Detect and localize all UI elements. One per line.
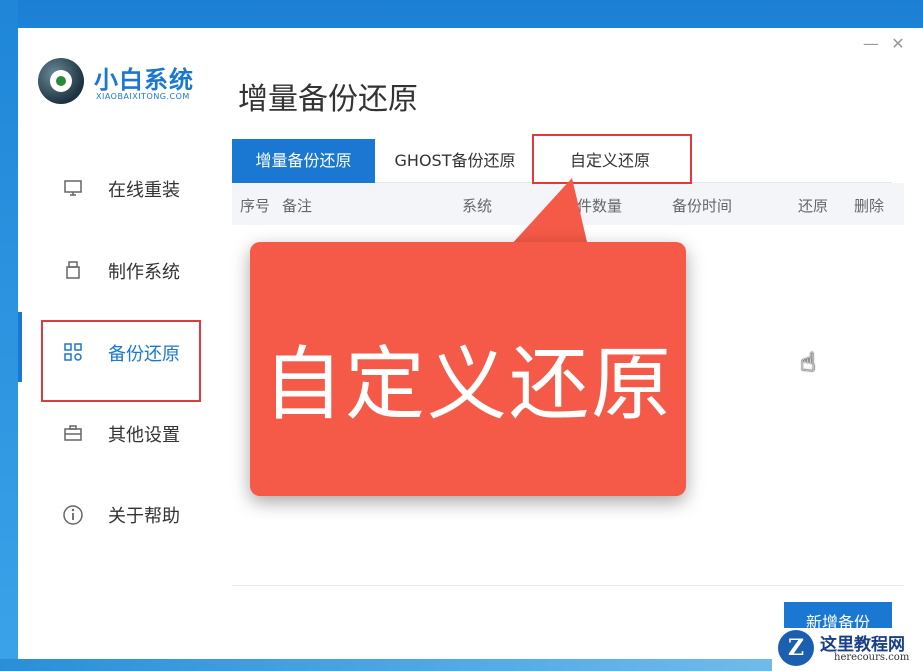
watermark: Z 这里教程网 herecours.com <box>772 628 923 671</box>
column-header-index: 序号 <box>240 197 271 215</box>
sidebar-item-about-help[interactable]: 关于帮助 <box>18 484 214 544</box>
app-logo: 小白系统 XIAOBAIXITONG.COM <box>38 56 208 116</box>
column-header-file-count: 文件数量 <box>562 197 623 215</box>
callout-text: 自定义还原 <box>263 338 673 431</box>
page-title: 增量备份还原 <box>238 82 418 117</box>
logo-title: 小白系统 <box>94 66 194 94</box>
column-header-backup-time: 备份时间 <box>672 197 733 215</box>
column-header-restore: 还原 <box>798 197 829 215</box>
highlight-box-backup-restore-nav <box>41 320 201 402</box>
briefcase-icon <box>62 423 84 445</box>
tab-ghost-backup[interactable]: GHOST备份还原 <box>375 139 535 183</box>
sidebar-item-label: 在线重装 <box>108 180 180 201</box>
sidebar-item-label: 其他设置 <box>108 425 180 446</box>
sidebar-item-label: 制作系统 <box>108 262 180 283</box>
monitor-icon <box>62 178 84 200</box>
column-header-system: 系统 <box>462 197 493 215</box>
sidebar-item-online-install[interactable]: 在线重装 <box>18 158 214 218</box>
tab-incremental-backup[interactable]: 增量备份还原 <box>232 139 375 183</box>
column-header-note: 备注 <box>282 197 313 215</box>
watermark-logo-icon: Z <box>778 630 814 666</box>
hand-cursor-icon: ☝ <box>800 348 816 378</box>
logo-icon <box>38 58 84 104</box>
info-icon <box>62 504 84 526</box>
sidebar-item-other-settings[interactable]: 其他设置 <box>18 403 214 463</box>
window-controls: — ✕ <box>860 34 909 53</box>
logo-subtitle: XIAOBAIXITONG.COM <box>96 92 190 101</box>
callout-bubble: 自定义还原 <box>250 242 686 496</box>
sidebar-item-label: 关于帮助 <box>108 506 180 527</box>
column-header-delete: 删除 <box>854 197 885 215</box>
desktop-background-left <box>0 0 18 671</box>
minimize-button[interactable]: — <box>860 34 882 53</box>
close-button[interactable]: ✕ <box>887 34 909 53</box>
table-header: 序号 备注 系统 文件数量 备份时间 还原 删除 <box>232 183 904 225</box>
highlight-box-custom-restore-tab <box>532 134 692 184</box>
usb-icon <box>62 260 84 282</box>
content-divider <box>232 585 904 586</box>
sidebar-item-make-system[interactable]: 制作系统 <box>18 240 214 300</box>
watermark-url: herecours.com <box>834 652 910 663</box>
